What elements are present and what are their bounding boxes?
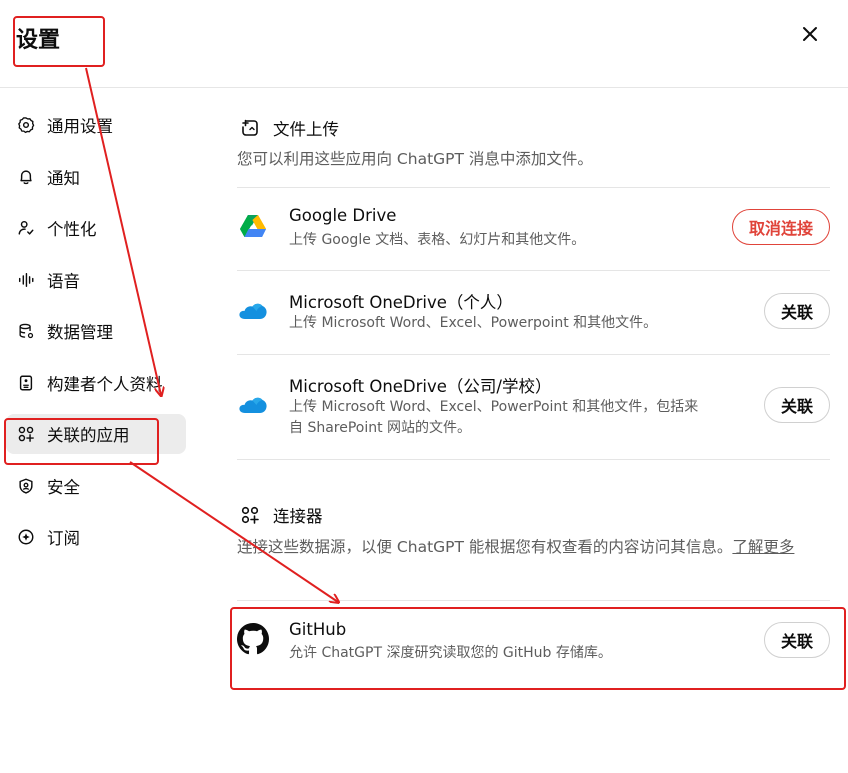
app-description: 上传 Google 文档、表格、幻灯片和其他文件。 — [289, 232, 586, 248]
app-description-line: 自 SharePoint 网站的文件。 — [289, 420, 472, 436]
connect-button[interactable]: 关联 — [763, 293, 830, 329]
close-icon — [803, 27, 817, 41]
shield-icon — [16, 476, 36, 496]
divider — [237, 459, 830, 460]
sidebar-item-notifications[interactable]: 通知 — [6, 157, 186, 197]
apps-icon — [16, 424, 36, 444]
app-row-google-drive: Google Drive 上传 Google 文档、表格、幻灯片和其他文件。 取… — [237, 188, 830, 270]
connect-button[interactable]: 关联 — [763, 622, 830, 658]
app-description: 上传 Microsoft Word、Excel、PowerPoint 和其他文件… — [289, 397, 749, 439]
waveform-icon — [16, 270, 36, 290]
section-title-text: 连接器 — [273, 507, 323, 526]
app-row-github: GitHub 允许 ChatGPT 深度研究读取您的 GitHub 存储库。 关… — [237, 601, 830, 683]
sidebar-item-label: 通用设置 — [47, 117, 113, 136]
personalization-icon — [16, 218, 36, 238]
onedrive-icon — [237, 295, 269, 327]
sidebar-item-label: 关联的应用 — [47, 426, 130, 445]
app-name: GitHub — [289, 620, 347, 639]
settings-title: 设置 — [16, 28, 61, 53]
sidebar-item-voice[interactable]: 语音 — [6, 260, 186, 300]
app-description: 上传 Microsoft Word、Excel、Powerpoint 和其他文件… — [289, 315, 658, 331]
app-row-onedrive-personal: Microsoft OneDrive（个人） 上传 Microsoft Word… — [237, 271, 830, 354]
sidebar-item-label: 通知 — [47, 168, 80, 188]
sidebar-item-label: 个性化 — [47, 220, 97, 239]
profile-card-icon — [16, 373, 36, 393]
onedrive-icon — [237, 389, 269, 421]
app-description-line: 上传 Microsoft Word、Excel、PowerPoint 和其他文件… — [289, 399, 699, 415]
sidebar-item-label: 构建者个人资料 — [47, 374, 163, 394]
sidebar-item-builder-profile[interactable]: 构建者个人资料 — [6, 363, 186, 403]
app-row-onedrive-work: Microsoft OneDrive（公司/学校） 上传 Microsoft W… — [237, 355, 830, 459]
file-upload-section-title: 文件上传 — [237, 116, 339, 140]
sidebar-item-personalization[interactable]: 个性化 — [6, 208, 186, 248]
google-drive-icon — [237, 211, 269, 243]
connect-button[interactable]: 关联 — [763, 387, 830, 423]
settings-sidebar: 通用设置 通知 个性化 语音 数据管理 构建者个人资料 关联的应用 安全 订阅 — [6, 105, 186, 569]
file-upload-description: 您可以利用这些应用向 ChatGPT 消息中添加文件。 — [237, 150, 593, 168]
close-button[interactable] — [796, 20, 824, 48]
connectors-section-title: 连接器 — [237, 503, 323, 527]
connectors-description: 连接这些数据源，以便 ChatGPT 能根据您有权查看的内容访问其信息。了解更多 — [237, 535, 830, 559]
database-icon — [16, 321, 36, 341]
sidebar-item-label: 安全 — [47, 477, 80, 497]
apps-icon — [239, 504, 261, 526]
bell-icon — [16, 167, 36, 187]
sidebar-item-general[interactable]: 通用设置 — [6, 105, 186, 145]
sidebar-item-subscription[interactable]: 订阅 — [6, 517, 186, 557]
sidebar-item-label: 语音 — [47, 271, 80, 291]
app-description: 允许 ChatGPT 深度研究读取您的 GitHub 存储库。 — [289, 645, 612, 661]
learn-more-link[interactable]: 了解更多 — [732, 538, 794, 556]
app-name: Microsoft OneDrive（个人） — [289, 293, 513, 312]
sidebar-item-connected-apps[interactable]: 关联的应用 — [6, 414, 186, 454]
gear-icon — [16, 115, 36, 135]
subscription-icon — [16, 527, 36, 547]
connectors-description-text: 连接这些数据源，以便 ChatGPT 能根据您有权查看的内容访问其信息。 — [237, 538, 733, 556]
app-name: Google Drive — [289, 206, 397, 225]
sidebar-item-data-controls[interactable]: 数据管理 — [6, 311, 186, 351]
sidebar-item-security[interactable]: 安全 — [6, 466, 186, 506]
header-divider — [0, 87, 848, 88]
sidebar-item-label: 订阅 — [47, 529, 80, 548]
file-upload-icon — [239, 117, 261, 139]
github-icon — [237, 623, 269, 655]
app-name: Microsoft OneDrive（公司/学校） — [289, 377, 552, 396]
sidebar-item-label: 数据管理 — [47, 323, 113, 342]
section-title-text: 文件上传 — [273, 120, 339, 139]
disconnect-button[interactable]: 取消连接 — [731, 209, 830, 245]
